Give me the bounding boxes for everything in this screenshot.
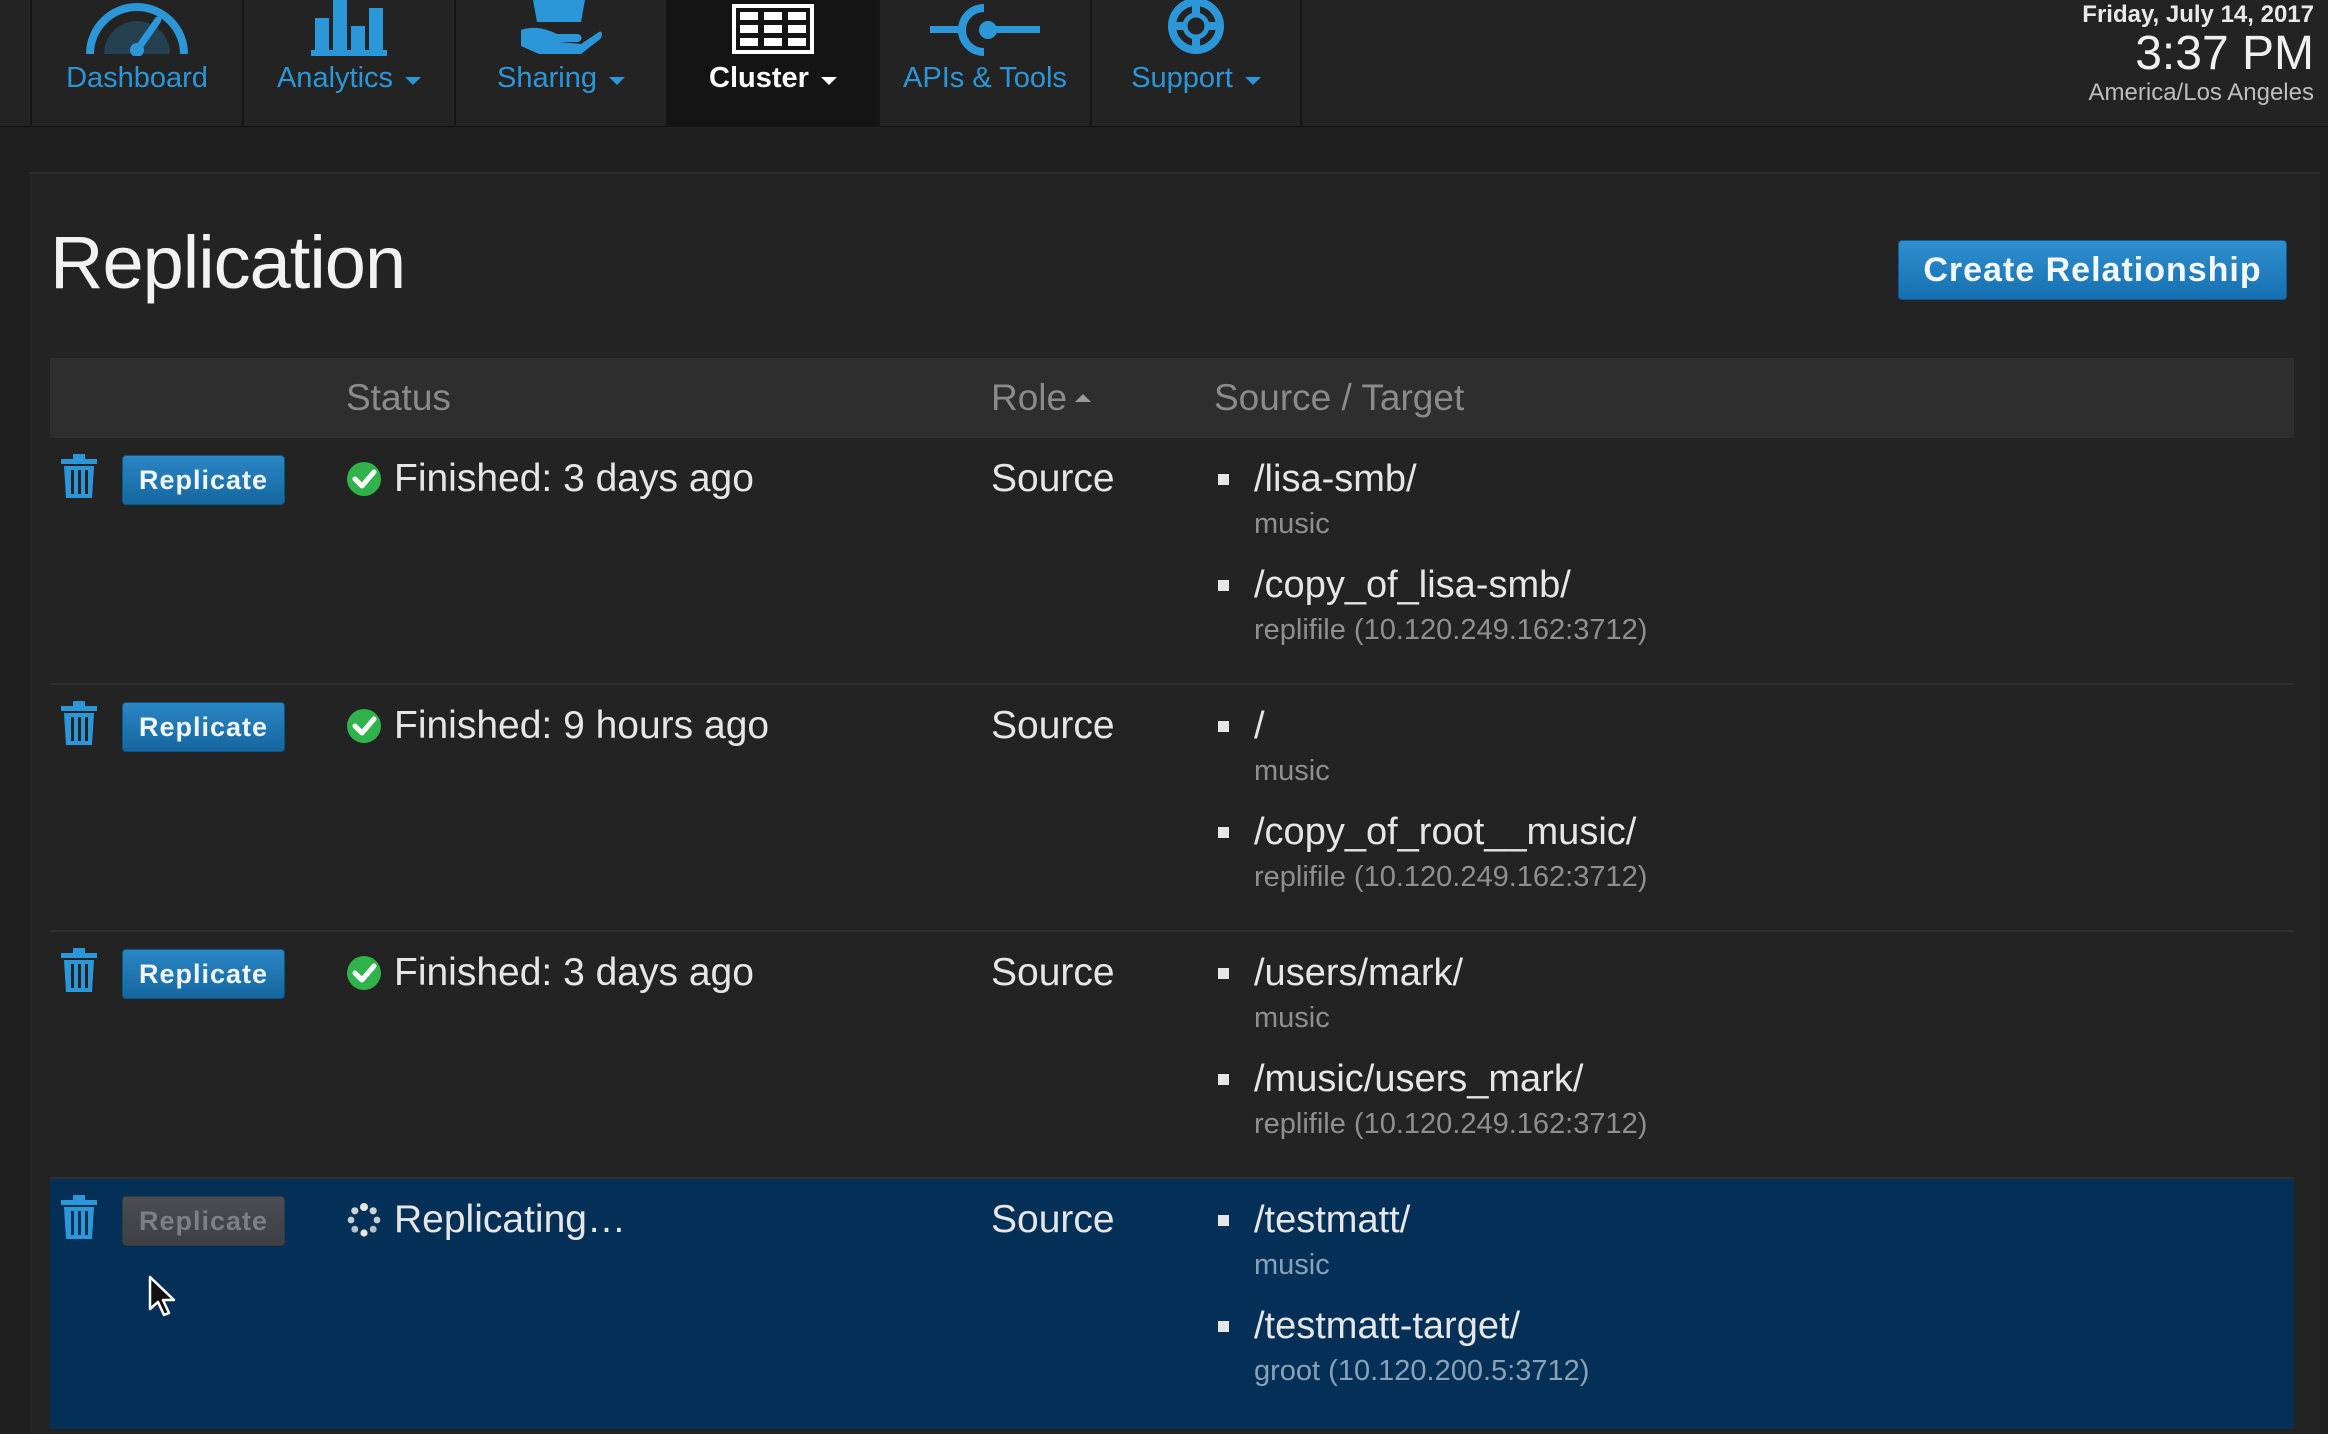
bullet-icon <box>1218 826 1229 838</box>
target-host: replifile (10.120.249.162:3712) <box>1254 861 1648 893</box>
status-text: Finished: 3 days ago <box>394 951 754 994</box>
role-cell: Source <box>991 1198 1115 1241</box>
page-title: Replication <box>50 221 406 304</box>
trash-icon[interactable] <box>60 454 98 498</box>
spinner-icon <box>347 1203 381 1237</box>
nav-apis-label: APIs & Tools <box>903 62 1067 94</box>
api-connector-icon <box>930 0 1040 56</box>
chevron-down-icon <box>608 76 625 85</box>
gauge-icon <box>82 0 192 56</box>
clock-date: Friday, July 14, 2017 <box>2082 1 2314 28</box>
mouse-pointer-icon <box>148 1275 176 1317</box>
role-cell: Source <box>991 704 1115 747</box>
table-row: Replicate Finished: 3 days ago Source /l… <box>50 438 2294 685</box>
trash-icon[interactable] <box>60 1195 98 1239</box>
cluster-grid-icon <box>732 0 814 56</box>
bullet-icon <box>1218 1214 1229 1226</box>
sharing-hand-icon <box>519 0 603 56</box>
status-text: Finished: 3 days ago <box>394 457 754 500</box>
source-path: /users/mark/ <box>1254 951 1464 994</box>
nav-support-label: Support <box>1131 62 1233 94</box>
target-path: /copy_of_root__music/ <box>1254 810 1637 853</box>
replicate-button-disabled[interactable]: Replicate <box>122 1196 285 1246</box>
nav-analytics[interactable]: Analytics <box>242 0 454 127</box>
table-header: Status Role Source / Target <box>50 358 2294 438</box>
clock-time: 3:37 PM <box>2135 27 2314 80</box>
status-text: Replicating… <box>394 1198 626 1241</box>
source-target-cell: / music /copy_of_root__music/ replifile … <box>1218 701 1647 897</box>
target-host: replifile (10.120.249.162:3712) <box>1254 1108 1648 1140</box>
status-cell: Replicating… <box>346 1195 626 1245</box>
bar-chart-icon <box>309 0 389 56</box>
replicate-button[interactable]: Replicate <box>122 949 285 999</box>
bullet-icon <box>1218 967 1229 979</box>
source-target-cell: /testmatt/ music /testmatt-target/ groot… <box>1218 1195 1589 1391</box>
nav-sharing-label: Sharing <box>497 62 597 94</box>
lifebuoy-icon <box>1166 0 1226 56</box>
bullet-icon <box>1218 579 1229 591</box>
replication-panel: Replication Create Relationship Status R… <box>30 172 2320 1434</box>
clock-timezone: America/Los Angeles <box>2088 79 2314 106</box>
status-column-header[interactable]: Status <box>346 358 451 438</box>
role-cell: Source <box>991 457 1115 500</box>
source-host: music <box>1254 1249 1330 1281</box>
clock: Friday, July 14, 2017 3:37 PM America/Lo… <box>2082 0 2314 108</box>
role-column-header[interactable]: Role <box>991 358 1092 438</box>
bullet-icon <box>1218 720 1229 732</box>
source-host: music <box>1254 1002 1330 1034</box>
nav-dashboard-label: Dashboard <box>66 62 208 94</box>
status-cell: Finished: 3 days ago <box>346 948 754 998</box>
chevron-down-icon <box>820 76 837 85</box>
role-cell: Source <box>991 951 1115 994</box>
target-host: replifile (10.120.249.162:3712) <box>1254 614 1648 646</box>
nav-support[interactable]: Support <box>1090 0 1302 127</box>
replicate-button[interactable]: Replicate <box>122 455 285 505</box>
source-host: music <box>1254 755 1330 787</box>
bullet-icon <box>1218 1320 1229 1332</box>
replicate-button[interactable]: Replicate <box>122 702 285 752</box>
nav-dashboard[interactable]: Dashboard <box>30 0 242 127</box>
source-path: / <box>1254 704 1265 747</box>
chevron-down-icon <box>1244 76 1261 85</box>
chevron-down-icon <box>405 76 422 85</box>
bullet-icon <box>1218 1073 1229 1085</box>
trash-icon[interactable] <box>60 948 98 992</box>
nav-sharing[interactable]: Sharing <box>454 0 666 127</box>
source-target-cell: /users/mark/ music /music/users_mark/ re… <box>1218 948 1647 1144</box>
role-header-label: Role <box>991 377 1068 418</box>
source-path: /testmatt/ <box>1254 1198 1411 1241</box>
main-nav: Dashboard Analytics Sharing Cluster APIs… <box>30 0 1302 127</box>
target-host: groot (10.120.200.5:3712) <box>1254 1355 1590 1387</box>
table-row: Replicate Finished: 9 hours ago Source /… <box>50 685 2294 932</box>
nav-apis-tools[interactable]: APIs & Tools <box>878 0 1090 127</box>
table-row: Replicate Finished: 3 days ago Source /u… <box>50 932 2294 1179</box>
status-cell: Finished: 9 hours ago <box>346 701 769 751</box>
top-navigation-bar: Dashboard Analytics Sharing Cluster APIs… <box>0 0 2328 127</box>
source-target-column-header[interactable]: Source / Target <box>1214 358 1464 438</box>
nav-analytics-label: Analytics <box>276 62 394 94</box>
check-circle-icon <box>347 462 381 496</box>
table-row-selected: Replicate Replicating… Source /testmatt/… <box>50 1179 2294 1429</box>
replication-table: Status Role Source / Target Replicate Fi… <box>50 358 2294 1429</box>
target-path: /testmatt-target/ <box>1254 1304 1521 1347</box>
source-path: /lisa-smb/ <box>1254 457 1417 500</box>
sort-ascending-icon <box>1075 394 1092 402</box>
check-circle-icon <box>347 956 381 990</box>
target-path: /music/users_mark/ <box>1254 1057 1584 1100</box>
trash-icon[interactable] <box>60 701 98 745</box>
bullet-icon <box>1218 473 1229 485</box>
target-path: /copy_of_lisa-smb/ <box>1254 563 1571 606</box>
source-host: music <box>1254 508 1330 540</box>
nav-cluster-label: Cluster <box>709 62 809 94</box>
source-target-cell: /lisa-smb/ music /copy_of_lisa-smb/ repl… <box>1218 454 1647 650</box>
status-text: Finished: 9 hours ago <box>394 704 770 747</box>
create-relationship-button[interactable]: Create Relationship <box>1898 240 2287 300</box>
status-cell: Finished: 3 days ago <box>346 454 754 504</box>
check-circle-icon <box>347 709 381 743</box>
nav-cluster[interactable]: Cluster <box>666 0 878 127</box>
